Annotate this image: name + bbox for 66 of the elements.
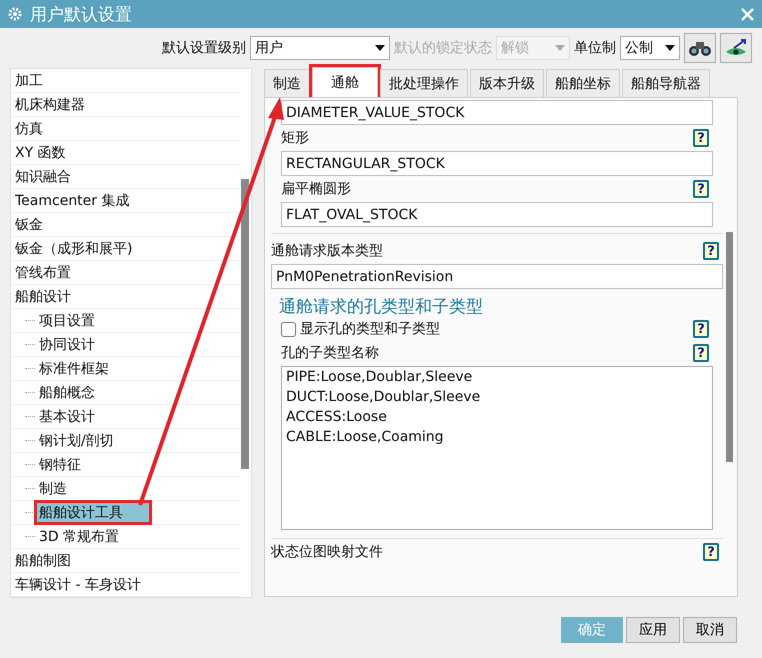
tree-item[interactable]: XY 函数 <box>11 144 66 162</box>
checkbox[interactable] <box>281 322 296 336</box>
tree-item[interactable]: 仿真 <box>11 120 43 138</box>
help-icon[interactable]: ? <box>693 180 709 198</box>
text-area[interactable]: PIPE:Loose,Doublar,Sleeve DUCT:Loose,Doublar,Sleeve ACCESS:Loose CABLE:Loose,Coaming <box>281 366 713 530</box>
scrollbar-thumb[interactable] <box>241 179 249 469</box>
input-field[interactable]: FLAT_OVAL_STOCK <box>281 202 713 227</box>
tree-item[interactable]: 管线布置 <box>11 264 71 282</box>
dialog-button[interactable]: 应用 <box>626 617 680 643</box>
tree-item[interactable]: 基本设计 <box>35 408 95 426</box>
dialog-button[interactable]: 取消 <box>683 617 737 643</box>
help-icon[interactable]: ? <box>703 543 719 561</box>
eye-arrow-icon <box>724 38 748 58</box>
help-icon[interactable]: ? <box>693 344 709 362</box>
tree-item[interactable]: 船舶概念 <box>35 384 95 402</box>
binoculars-button[interactable] <box>684 33 716 63</box>
tree-item[interactable]: 3D 常规布置 <box>35 528 120 546</box>
caret-icon <box>555 45 565 51</box>
checkbox-label: 显示孔的类型和子类型 <box>300 320 440 338</box>
tree-item[interactable]: 钣金 <box>11 216 43 234</box>
tree-item[interactable]: 制造 <box>35 480 67 498</box>
tree-item[interactable]: 机床构建器 <box>11 96 85 114</box>
caret-icon <box>665 45 675 51</box>
help-icon[interactable]: ? <box>703 242 719 260</box>
caret-icon <box>375 45 385 51</box>
help-icon[interactable]: ? <box>693 129 709 147</box>
tree-item[interactable]: 船舶制图 <box>11 552 71 570</box>
scrollbar-thumb[interactable] <box>726 232 733 462</box>
field-label: 孔的子类型名称 <box>281 344 379 362</box>
tab[interactable]: 批处理操作 <box>380 69 468 97</box>
tree-item[interactable]: 船舶设计工具 <box>35 501 151 524</box>
tree-item[interactable]: 项目设置 <box>35 312 95 330</box>
tab[interactable]: 制造 <box>264 69 310 97</box>
eye-button[interactable] <box>720 33 752 63</box>
tree-item[interactable]: 协同设计 <box>35 336 95 354</box>
tree-item[interactable]: Teamcenter 集成 <box>11 192 130 210</box>
tree-item[interactable]: 车辆设计 - 车身设计 <box>11 576 141 594</box>
section-heading: 通舱请求的孔类型和子类型 <box>278 296 484 318</box>
tab[interactable]: 船舶坐标 <box>546 69 620 97</box>
input-field[interactable]: RECTANGULAR_STOCK <box>281 151 713 176</box>
tab[interactable]: 通舱 <box>312 67 378 97</box>
field-label: 通舱请求版本类型 <box>271 242 383 260</box>
level-dropdown[interactable]: 用户 <box>250 36 390 60</box>
gear-icon <box>8 7 22 21</box>
field-label: 状态位图映射文件 <box>271 543 383 561</box>
units-label: 单位制 <box>574 39 616 57</box>
binoculars-icon <box>688 39 712 57</box>
level-label: 默认设置级别 <box>162 39 246 57</box>
lock-label: 默认的锁定状态 <box>394 39 492 57</box>
tab[interactable]: 版本升级 <box>470 69 544 97</box>
close-icon[interactable] <box>741 8 754 20</box>
help-icon[interactable]: ? <box>693 320 709 338</box>
tree-item[interactable]: 知识融合 <box>11 168 71 186</box>
tab[interactable]: 船舶导航器 <box>622 69 710 97</box>
input-field[interactable]: DIAMETER_VALUE_STOCK <box>281 100 713 125</box>
tree-item[interactable]: 标准件框架 <box>35 360 109 378</box>
input-field[interactable]: PnM0PenetrationRevision <box>271 264 723 289</box>
field-label: 矩形 <box>281 129 311 147</box>
tree-item[interactable]: 加工 <box>11 72 43 90</box>
field-label: 扁平椭圆形 <box>281 180 353 198</box>
tree-item[interactable]: 钢特征 <box>35 456 81 474</box>
units-dropdown[interactable]: 公制 <box>620 36 680 60</box>
tree-item[interactable]: 钢计划/剖切 <box>35 432 114 450</box>
tree-item[interactable]: 船舶设计 <box>11 288 71 306</box>
tree-item[interactable]: 钣金（成形和展平) <box>11 240 132 258</box>
window-title: 用户默认设置 <box>30 4 133 26</box>
